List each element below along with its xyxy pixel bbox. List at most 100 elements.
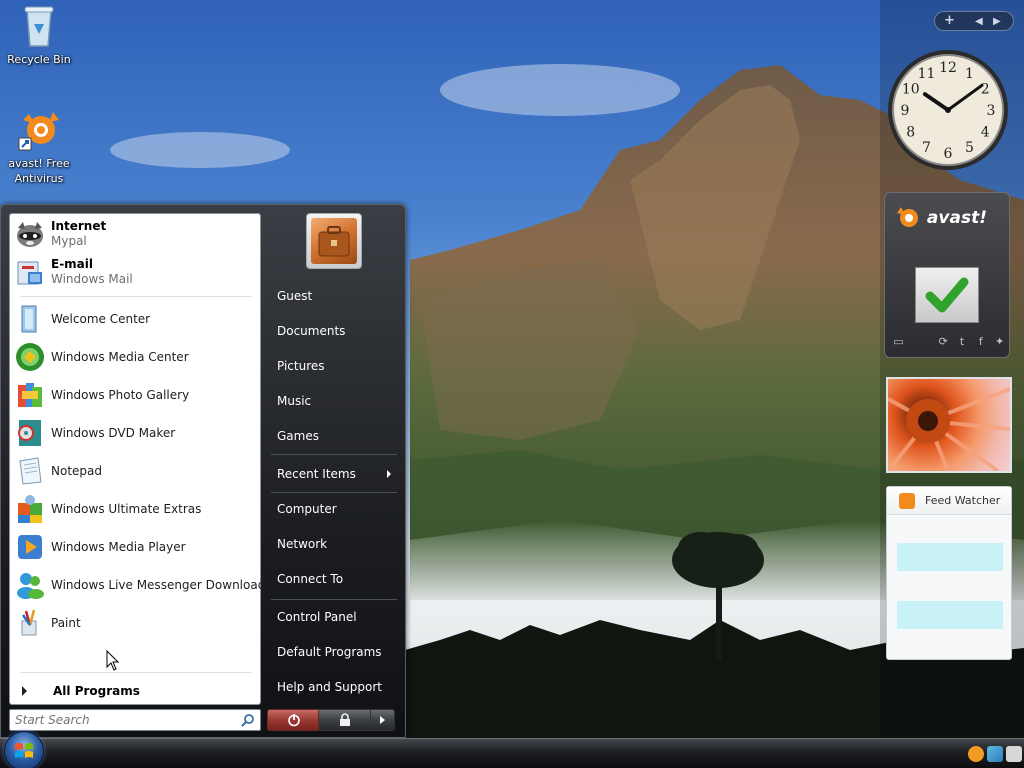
feed-item[interactable] (897, 543, 1003, 571)
mail-icon (14, 256, 46, 288)
pinned-subtitle: Mypal (51, 234, 87, 248)
rss-icon (899, 493, 915, 509)
search-icon[interactable] (241, 713, 255, 727)
clock-gadget[interactable]: 12 1 2 3 4 5 6 7 8 9 10 11 (886, 48, 1010, 172)
right-link-connect-to[interactable]: Connect To (269, 564, 399, 594)
system-tray (964, 743, 1022, 765)
avast-gadget-logo: avast! (895, 205, 1005, 235)
program-welcome-center[interactable]: Welcome Center (14, 301, 258, 337)
program-dvd-maker[interactable]: Windows DVD Maker (14, 415, 258, 451)
right-link-control-panel[interactable]: Control Panel (269, 602, 399, 632)
check-icon (925, 277, 969, 313)
briefcase-icon (311, 218, 357, 264)
right-link-label: Games (277, 429, 319, 443)
notepad-icon (14, 455, 46, 487)
right-link-network[interactable]: Network (269, 529, 399, 559)
program-media-center[interactable]: Windows Media Center (14, 339, 258, 375)
pinned-internet[interactable]: Internet Mypal (14, 216, 258, 252)
right-link-documents[interactable]: Documents (269, 316, 399, 346)
right-link-computer[interactable]: Computer (269, 494, 399, 524)
right-link-recent-items[interactable]: Recent Items (269, 459, 399, 489)
right-link-label: Pictures (277, 359, 325, 373)
program-ultimate-extras[interactable]: Windows Ultimate Extras (14, 491, 258, 527)
right-link-label: Computer (277, 502, 337, 516)
clock-numeral: 12 (939, 60, 957, 76)
shutdown-options-button[interactable] (371, 709, 395, 731)
chevron-right-icon (22, 686, 27, 696)
start-menu: Internet Mypal E-mail Windows Mail Welcome… (0, 204, 406, 738)
add-gadget-icon[interactable]: + (944, 13, 955, 28)
clock-numeral: 9 (901, 103, 910, 119)
right-link-label: Network (277, 537, 328, 551)
program-live-messenger[interactable]: Windows Live Messenger Download (14, 567, 265, 603)
feed-item[interactable] (897, 601, 1003, 629)
twitter-icon[interactable]: t (957, 336, 968, 348)
avast-gadget[interactable]: avast! ▭ ⟳ t f ✦ (884, 192, 1010, 358)
program-media-player[interactable]: Windows Media Player (14, 529, 258, 565)
flower-photo (888, 387, 1010, 471)
avast-icon (15, 106, 63, 154)
desktop-icon-label: avast! Free Antivirus (8, 157, 70, 185)
refresh-icon[interactable]: ⟳ (938, 336, 949, 348)
ultimate-extras-icon (14, 493, 46, 525)
next-gadget-icon[interactable]: ▶ (993, 16, 1001, 27)
feed-watcher-header: Feed Watcher (887, 487, 1011, 515)
desktop-icon-avast[interactable]: avast! Free Antivirus (1, 106, 77, 186)
facebook-icon[interactable]: f (975, 336, 986, 348)
right-link-default-programs[interactable]: Default Programs (269, 637, 399, 667)
power-icon (288, 714, 300, 727)
pinned-email[interactable]: E-mail Windows Mail (14, 254, 258, 290)
clock-face: 12 1234567891011 (888, 50, 1008, 170)
avast-gadget-actions: ▭ ⟳ t f ✦ (893, 335, 1005, 349)
avast-status[interactable] (915, 267, 979, 323)
right-link-guest[interactable]: Guest (269, 281, 399, 311)
program-photo-gallery[interactable]: Windows Photo Gallery (14, 377, 258, 413)
right-link-label: Music (277, 394, 312, 408)
start-menu-programs-pane: Internet Mypal E-mail Windows Mail Welcome… (9, 213, 265, 705)
desktop-icon-recycle-bin[interactable]: Recycle Bin (1, 2, 77, 67)
previous-gadget-icon[interactable]: ◀ (975, 16, 983, 27)
right-separator (271, 454, 397, 455)
share-icon[interactable]: ✦ (994, 336, 1005, 348)
windows-logo-icon (15, 743, 33, 758)
recycle-bin-icon (15, 2, 63, 50)
slideshow-gadget[interactable] (886, 377, 1012, 473)
pinned-title: E-mail (51, 257, 94, 271)
clock-numeral: 5 (965, 140, 974, 156)
messenger-icon (14, 569, 46, 601)
power-button[interactable] (267, 709, 319, 731)
program-label: Welcome Center (51, 312, 151, 326)
paint-icon (14, 607, 46, 639)
avast-logo-text: avast! (926, 208, 987, 228)
right-link-music[interactable]: Music (269, 386, 399, 416)
program-label: Windows Photo Gallery (51, 388, 190, 402)
program-label: Windows DVD Maker (51, 426, 176, 440)
right-link-pictures[interactable]: Pictures (269, 351, 399, 381)
raccoon-browser-icon (14, 218, 46, 250)
undock-icon[interactable]: ▭ (893, 336, 904, 348)
program-paint[interactable]: Paint (14, 605, 258, 641)
lock-button[interactable] (319, 709, 371, 731)
clock-numeral: 6 (944, 146, 953, 162)
all-programs-button[interactable]: All Programs (14, 680, 258, 702)
right-link-help-and-support[interactable]: Help and Support (269, 672, 399, 702)
program-notepad[interactable]: Notepad (14, 453, 258, 489)
right-link-label: Control Panel (277, 610, 357, 624)
update-icon[interactable] (968, 746, 984, 762)
start-button[interactable] (4, 731, 44, 768)
right-link-label: Guest (277, 289, 313, 303)
start-search-box[interactable] (9, 709, 261, 731)
feed-watcher-gadget[interactable]: Feed Watcher (886, 486, 1012, 660)
right-link-games[interactable]: Games (269, 421, 399, 451)
avast-logo-icon (897, 207, 918, 227)
volume-icon[interactable] (1006, 746, 1022, 762)
user-picture[interactable] (306, 213, 362, 269)
pinned-title: Internet (51, 219, 107, 233)
chevron-right-icon (380, 716, 385, 724)
right-link-label: Recent Items (277, 467, 356, 481)
power-controls (267, 709, 395, 731)
all-programs-separator (20, 672, 252, 673)
right-link-label: Default Programs (277, 645, 382, 659)
start-search-input[interactable] (10, 710, 230, 730)
network-icon[interactable] (987, 746, 1003, 762)
